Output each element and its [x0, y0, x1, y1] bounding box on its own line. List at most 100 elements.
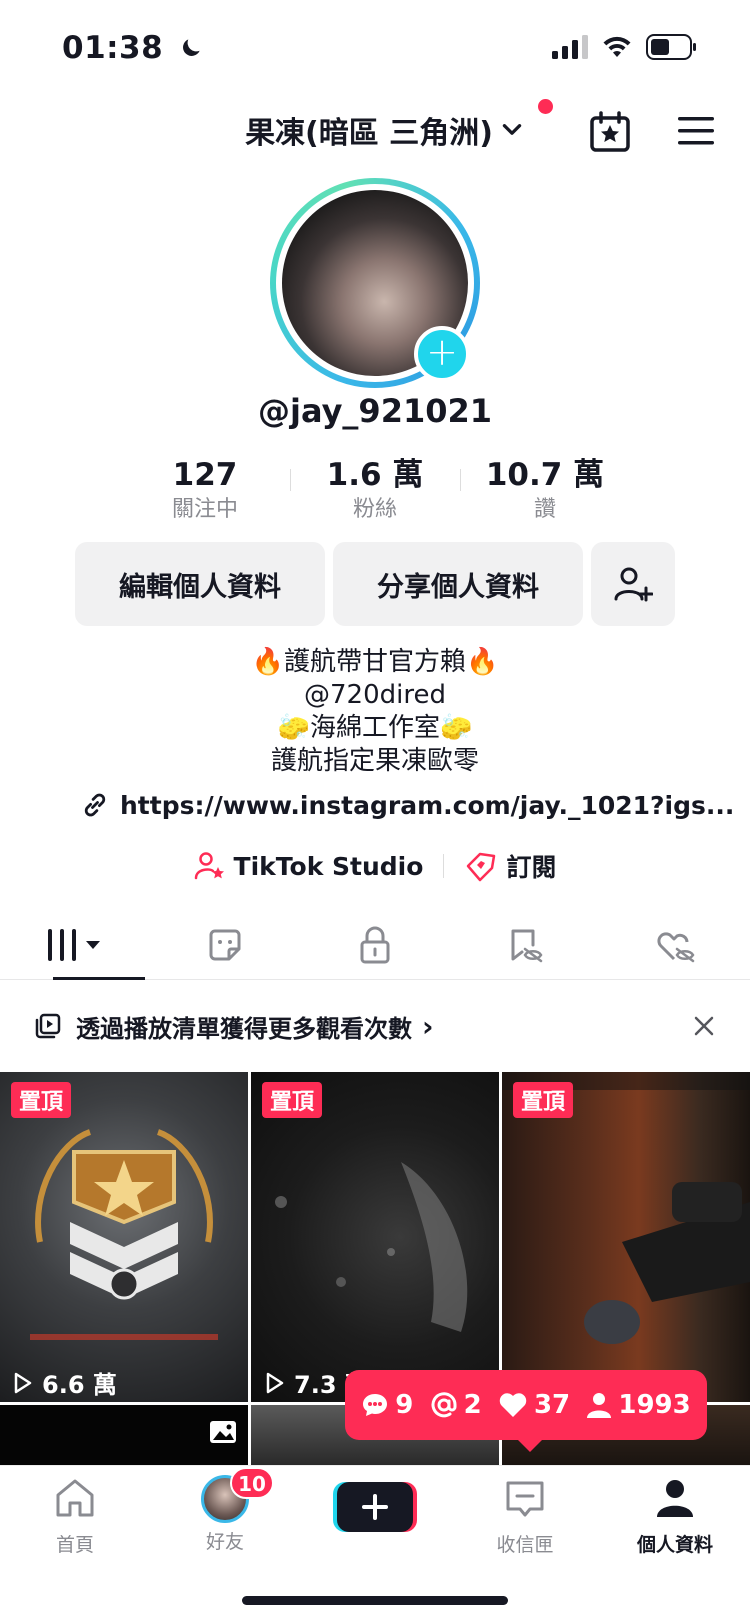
- video-thumbnail[interactable]: [502, 1072, 750, 1402]
- subscribe-icon: [467, 852, 496, 882]
- stat-followers[interactable]: 1.6 萬 粉絲: [290, 455, 460, 525]
- stat-label: 粉絲: [352, 497, 397, 522]
- mentions-count: 2: [430, 1390, 482, 1420]
- pinned-badge: 置頂: [262, 1082, 323, 1118]
- profile-stats: 127 關注中 1.6 萬 粉絲 10.7 萬 讚: [120, 455, 630, 525]
- person-icon: [587, 1393, 612, 1418]
- nav-inbox[interactable]: 收信匣: [465, 1475, 585, 1557]
- tab-videos[interactable]: [0, 910, 150, 980]
- video-thumbnail[interactable]: [251, 1072, 499, 1402]
- bio: 🔥護航帶甘官方賴🔥 @720dired 🧽海綿工作室🧽 護航指定果凍歐零: [0, 646, 750, 778]
- tab-liked[interactable]: [600, 910, 750, 979]
- play-icon: [14, 1372, 32, 1393]
- stat-following[interactable]: 127 關注中: [120, 455, 290, 525]
- studio-row: TikTok Studio 訂閱: [0, 848, 750, 884]
- knife-scene-icon: [275, 1162, 468, 1332]
- nav-profile[interactable]: 個人資料: [615, 1475, 735, 1557]
- bio-line: 護航指定果凍歐零: [270, 746, 479, 776]
- friends-badge: 10: [230, 1467, 274, 1499]
- pinned-badge: 置頂: [11, 1082, 72, 1118]
- comments-count-text: 9: [395, 1390, 414, 1420]
- profile-tabs: [0, 910, 750, 980]
- bio-mention[interactable]: @720dired: [0, 679, 750, 712]
- moon-icon: [183, 39, 201, 56]
- battery-icon: [646, 34, 696, 60]
- stat-value: 10.7 萬: [485, 457, 605, 493]
- studio-label: TikTok Studio: [233, 851, 424, 881]
- heart-hidden-icon: [657, 931, 695, 962]
- add-user-icon: [614, 567, 653, 602]
- stat-value: 1.6 萬: [326, 457, 424, 493]
- tab-stickers[interactable]: [150, 910, 300, 979]
- subscribe-label: 訂閱: [506, 853, 557, 882]
- nav-home[interactable]: 首頁: [15, 1475, 135, 1557]
- sticker-icon: [209, 929, 241, 960]
- chevron-down-icon: [502, 124, 522, 135]
- likes-count-text: 37: [533, 1390, 571, 1420]
- divider: [443, 854, 445, 878]
- banner-text: 透過播放清單獲得更多觀看次數: [76, 1014, 412, 1043]
- add-friend-button[interactable]: [591, 542, 675, 626]
- video-thumbnail[interactable]: [0, 1405, 248, 1465]
- create-button[interactable]: [333, 1480, 417, 1534]
- comments-count: 9: [361, 1390, 413, 1420]
- notification-dot: [538, 99, 553, 114]
- playlist-banner[interactable]: 透過播放清單獲得更多觀看次數 ›: [0, 996, 750, 1056]
- add-story-button[interactable]: +: [414, 326, 470, 382]
- status-time: 01:38: [62, 30, 204, 66]
- likes-count: 37: [498, 1390, 570, 1420]
- photo-icon: [210, 1421, 236, 1443]
- chevron-right-icon: ›: [422, 1009, 434, 1043]
- bio-line: 🔥護航帶甘官方賴🔥: [251, 647, 499, 677]
- tiktok-studio-link[interactable]: TikTok Studio: [194, 850, 424, 882]
- nav-label: 收信匣: [496, 1534, 554, 1556]
- bubble-tail: [516, 1438, 544, 1452]
- view-count-text: 6.6 萬: [42, 1371, 117, 1399]
- play-icon: [266, 1372, 284, 1393]
- status-icons: [552, 34, 698, 60]
- stat-value: 127: [172, 457, 238, 493]
- wifi-icon: [603, 36, 631, 57]
- account-name: 果凍(暗區 三角洲): [245, 116, 493, 151]
- close-banner-button[interactable]: [688, 1010, 720, 1042]
- heart-icon: [499, 1393, 527, 1417]
- link-text: https://www.instagram.com/jay._1021?igs.…: [120, 790, 735, 820]
- tab-private[interactable]: [300, 910, 450, 979]
- home-icon: [56, 1479, 94, 1517]
- followers-count-text: 1993: [618, 1390, 691, 1420]
- rifle-scene-icon: [502, 1072, 750, 1344]
- stat-likes[interactable]: 10.7 萬 讚: [460, 455, 630, 525]
- account-switcher[interactable]: 果凍(暗區 三角洲): [0, 108, 750, 152]
- pinned-badge: 置頂: [513, 1082, 574, 1118]
- at-sign-icon: [431, 1392, 457, 1418]
- view-count: 6.6 萬: [10, 1365, 117, 1400]
- followers-count: 1993: [586, 1390, 691, 1420]
- lock-icon: [360, 926, 390, 963]
- calendar-star-button[interactable]: [588, 110, 632, 154]
- bookmark-hidden-icon: [511, 929, 543, 962]
- link-icon: [84, 793, 106, 817]
- nav-label: 首頁: [55, 1534, 94, 1556]
- username: @jay_921021: [257, 392, 493, 430]
- nav-label: 個人資料: [636, 1534, 713, 1556]
- stat-label: 讚: [533, 497, 556, 522]
- subscribe-link[interactable]: 訂閱: [464, 848, 556, 884]
- close-icon: [694, 1016, 714, 1036]
- rank-badge-icon: [30, 1129, 218, 1340]
- edit-profile-button[interactable]: 編輯個人資料: [75, 542, 325, 626]
- calendar-star-icon: [590, 111, 630, 152]
- playlist-icon: [35, 1013, 61, 1039]
- comment-icon: [363, 1394, 388, 1416]
- video-thumbnail[interactable]: [0, 1072, 248, 1402]
- share-profile-button[interactable]: 分享個人資料: [333, 542, 583, 626]
- grid-videos-icon: [48, 928, 100, 961]
- profile-icon: [657, 1480, 693, 1517]
- bio-line: 🧽海綿工作室🧽: [277, 713, 473, 743]
- menu-button[interactable]: [676, 114, 716, 148]
- nav-label: 好友: [205, 1531, 244, 1553]
- home-indicator: [242, 1596, 508, 1605]
- stat-label: 關注中: [171, 497, 238, 522]
- activity-notification-bubble[interactable]: 9 2 37 1993: [345, 1370, 707, 1440]
- tab-reposts[interactable]: [450, 910, 600, 979]
- bio-link[interactable]: https://www.instagram.com/jay._1021?igs.…: [80, 790, 734, 820]
